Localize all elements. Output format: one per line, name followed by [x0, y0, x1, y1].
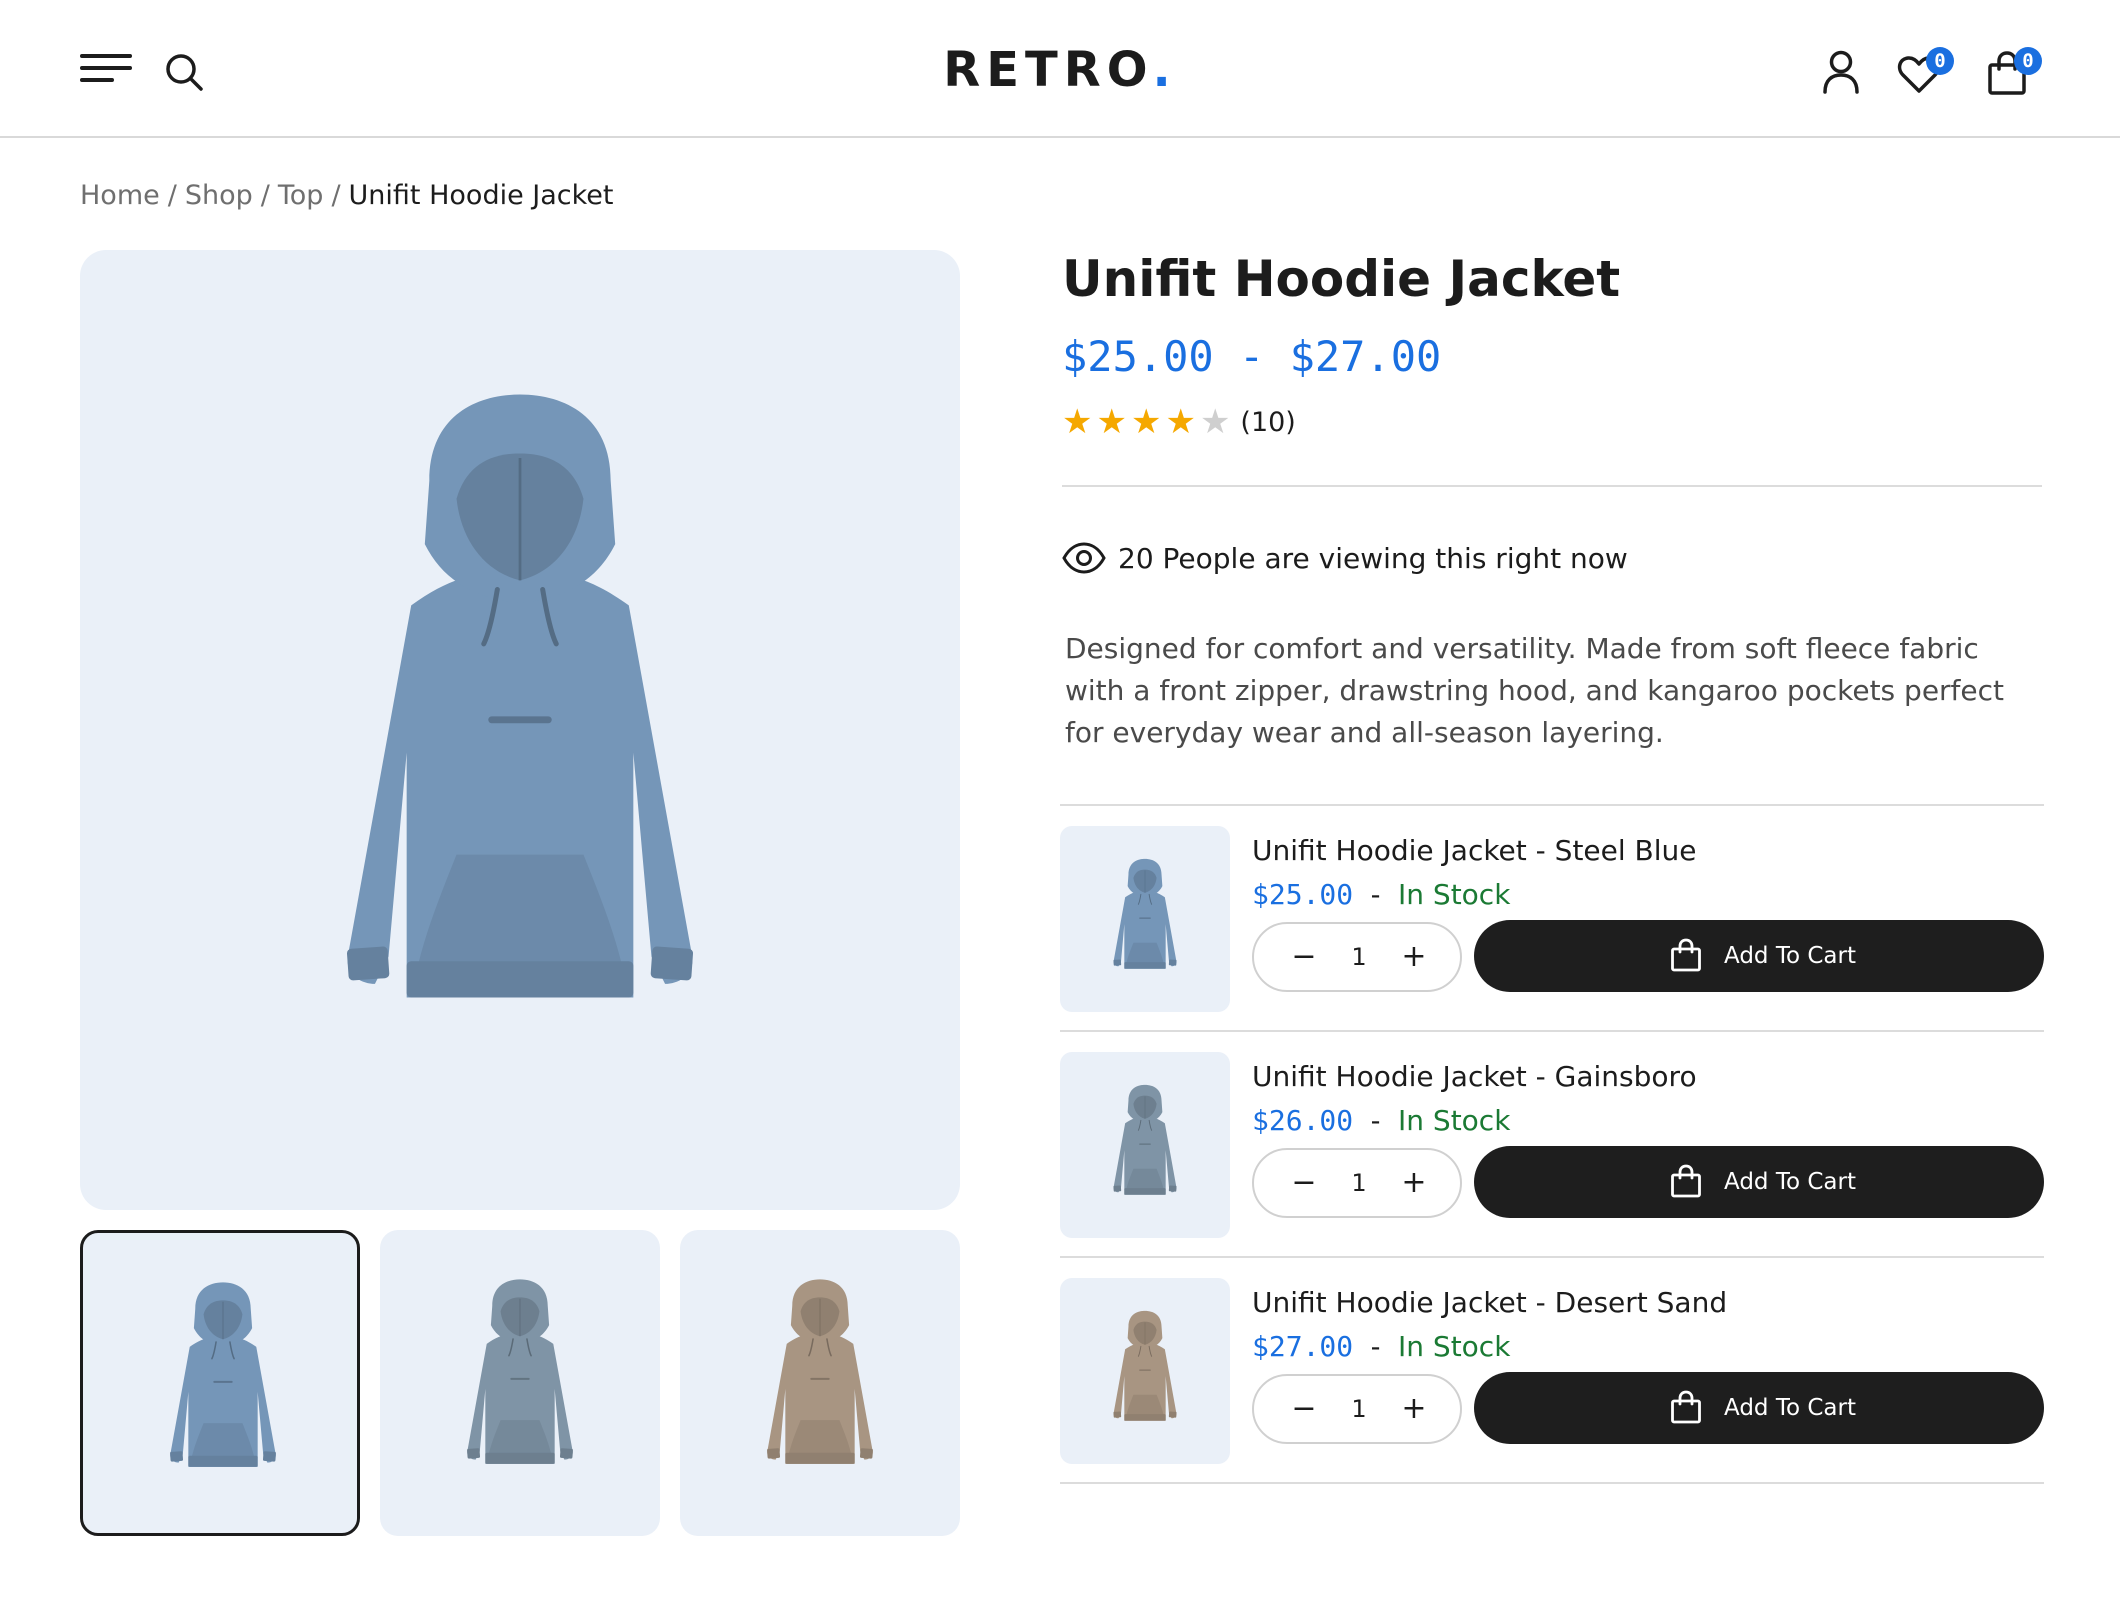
variant-thumbnail[interactable]	[1060, 1052, 1230, 1238]
shopping-bag-icon	[1671, 1390, 1701, 1424]
product-price-range: $25.00 - $27.00	[1062, 332, 1442, 381]
variant-price-row: $27.00- In Stock	[1252, 1330, 1510, 1366]
breadcrumb-shop[interactable]: Shop	[185, 180, 253, 211]
hoodie-image	[767, 1279, 873, 1464]
breadcrumb-home[interactable]: Home	[80, 180, 160, 211]
divider	[1060, 1256, 2044, 1258]
variant-name[interactable]: Unifit Hoodie Jacket - Desert Sand	[1252, 1286, 1727, 1319]
variant-row-desert-sand: Unifit Hoodie Jacket - Desert Sand $27.0…	[1060, 1278, 2044, 1490]
increase-quantity-button[interactable]: +	[1384, 1150, 1444, 1216]
shopping-bag-icon	[1671, 1164, 1701, 1198]
hoodie-image	[170, 1282, 276, 1467]
hoodie-image	[1113, 1310, 1177, 1421]
divider	[1060, 1030, 2044, 1032]
variant-price: $26.00	[1252, 1104, 1354, 1137]
star-filled-icon: ★	[1062, 402, 1093, 442]
product-main-image[interactable]	[80, 250, 960, 1210]
review-count[interactable]: (10)	[1240, 407, 1295, 438]
variant-price: $27.00	[1252, 1330, 1354, 1363]
hamburger-menu-icon[interactable]	[80, 52, 132, 84]
price-separator: -	[1367, 878, 1385, 911]
quantity-stepper: − 1 +	[1252, 922, 1462, 992]
stock-status: In Stock	[1398, 1330, 1511, 1363]
eye-icon	[1062, 542, 1106, 574]
price-separator: -	[1367, 1330, 1385, 1363]
viewers-text: 20 People are viewing this right now	[1118, 542, 1628, 575]
hoodie-image	[346, 394, 694, 998]
breadcrumb-separator: /	[167, 180, 177, 211]
variant-price-row: $25.00- In Stock	[1252, 878, 1510, 914]
add-to-cart-label: Add To Cart	[1724, 1395, 1856, 1421]
hoodie-image	[1113, 1084, 1177, 1195]
gallery-thumbnail-gainsboro[interactable]	[380, 1230, 660, 1536]
breadcrumb: Home / Shop / Top / Unifit Hoodie Jacket	[80, 180, 614, 211]
price-separator: -	[1367, 1104, 1385, 1137]
variant-thumbnail[interactable]	[1060, 1278, 1230, 1464]
quantity-value[interactable]: 1	[1334, 1376, 1384, 1442]
gallery-thumbnail-desert-sand[interactable]	[680, 1230, 960, 1536]
quantity-stepper: − 1 +	[1252, 1374, 1462, 1444]
add-to-cart-label: Add To Cart	[1724, 1169, 1856, 1195]
cart-count-badge: 0	[2014, 47, 2042, 75]
star-empty-icon: ★	[1199, 402, 1231, 442]
stock-status: In Stock	[1398, 1104, 1511, 1137]
search-icon[interactable]	[164, 52, 204, 92]
variant-thumbnail[interactable]	[1060, 826, 1230, 1012]
star-filled-icon: ★	[1165, 402, 1196, 442]
quantity-value[interactable]: 1	[1334, 924, 1384, 990]
breadcrumb-separator: /	[260, 180, 270, 211]
decrease-quantity-button[interactable]: −	[1274, 1376, 1334, 1442]
wishlist-count-badge: 0	[1926, 47, 1954, 75]
decrease-quantity-button[interactable]: −	[1274, 924, 1334, 990]
product-title: Unifit Hoodie Jacket	[1062, 250, 1621, 308]
star-filled-icon: ★	[1096, 402, 1127, 442]
divider	[1062, 485, 2042, 487]
variant-price: $25.00	[1252, 878, 1354, 911]
add-to-cart-button[interactable]: Add To Cart	[1474, 1372, 2044, 1444]
breadcrumb-current: Unifit Hoodie Jacket	[348, 180, 614, 211]
add-to-cart-label: Add To Cart	[1724, 943, 1856, 969]
decrease-quantity-button[interactable]: −	[1274, 1150, 1334, 1216]
hoodie-image	[1113, 858, 1177, 969]
product-description: Designed for comfort and versatility. Ma…	[1065, 632, 2005, 749]
add-to-cart-button[interactable]: Add To Cart	[1474, 1146, 2044, 1218]
variant-price-row: $26.00- In Stock	[1252, 1104, 1510, 1140]
site-logo[interactable]: RETRO.	[0, 42, 2120, 98]
increase-quantity-button[interactable]: +	[1384, 1376, 1444, 1442]
star-filled-icon: ★	[1130, 402, 1162, 442]
variant-row-gainsboro: Unifit Hoodie Jacket - Gainsboro $26.00-…	[1060, 1052, 2044, 1264]
gallery-thumbnail-steel-blue[interactable]	[80, 1230, 360, 1536]
add-to-cart-button[interactable]: Add To Cart	[1474, 920, 2044, 992]
quantity-stepper: − 1 +	[1252, 1148, 1462, 1218]
breadcrumb-separator: /	[331, 180, 341, 211]
product-rating[interactable]: ★ ★ ★ ★ ★ (10)	[1062, 404, 1296, 440]
variant-row-steel-blue: Unifit Hoodie Jacket - Steel Blue $25.00…	[1060, 826, 2044, 1038]
divider	[1060, 1482, 2044, 1484]
hoodie-image	[467, 1279, 573, 1464]
variant-name[interactable]: Unifit Hoodie Jacket - Gainsboro	[1252, 1060, 1697, 1093]
stock-status: In Stock	[1398, 878, 1511, 911]
shopping-bag-icon	[1671, 938, 1701, 972]
variant-name[interactable]: Unifit Hoodie Jacket - Steel Blue	[1252, 834, 1697, 867]
site-header: RETRO. 0 0	[0, 0, 2120, 138]
divider	[1060, 804, 2044, 806]
user-icon[interactable]	[1822, 50, 1860, 94]
quantity-value[interactable]: 1	[1334, 1150, 1384, 1216]
increase-quantity-button[interactable]: +	[1384, 924, 1444, 990]
breadcrumb-top[interactable]: Top	[278, 180, 324, 211]
